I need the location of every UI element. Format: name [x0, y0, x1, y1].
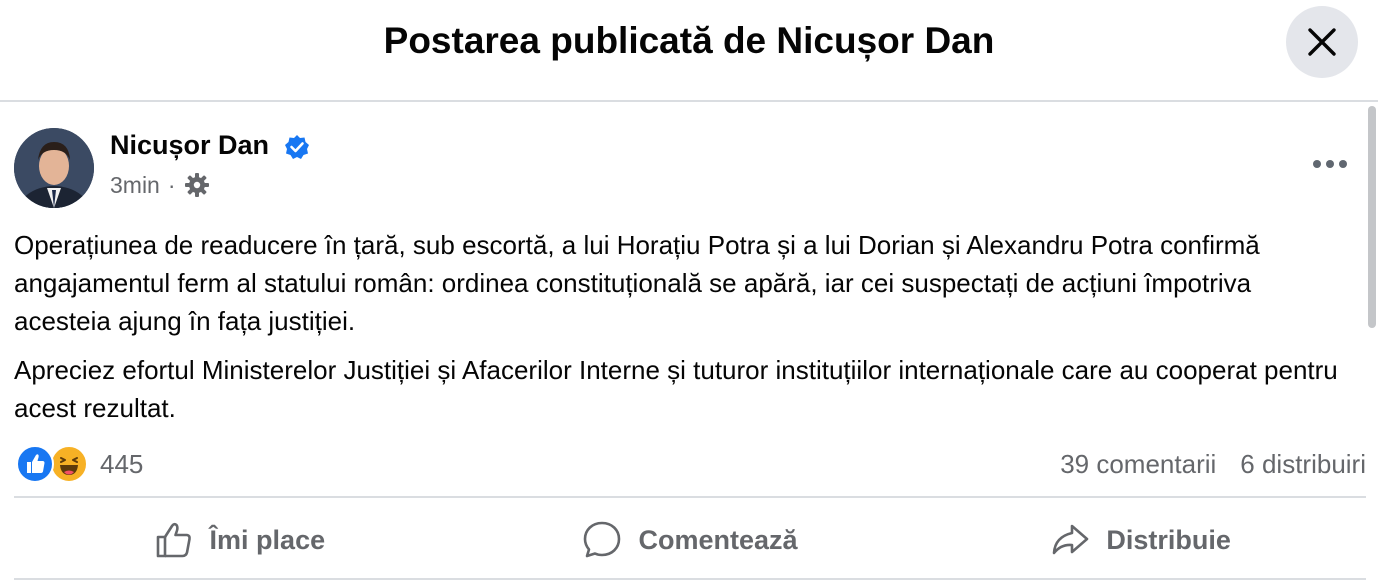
more-dot-icon — [1313, 160, 1321, 168]
scrollbar-thumb[interactable] — [1368, 106, 1376, 328]
reactions-summary[interactable]: 445 — [16, 443, 143, 485]
divider — [14, 578, 1366, 580]
avatar[interactable] — [14, 128, 94, 208]
like-button[interactable]: Îmi place — [14, 500, 465, 580]
reaction-count: 445 — [100, 448, 144, 479]
more-options-button[interactable] — [1306, 146, 1354, 182]
dialog-header: Postarea publicată de Nicușor Dan — [0, 0, 1378, 102]
engagement-counts: 39 comentarii 6 distribuiri — [1060, 446, 1366, 482]
thumbs-up-icon — [156, 522, 191, 558]
verified-badge-icon — [285, 135, 309, 159]
post-meta: 3min · — [110, 170, 210, 200]
close-button[interactable] — [1286, 6, 1358, 78]
share-button[interactable]: Distribuie — [915, 500, 1366, 580]
post-time[interactable]: 3min — [110, 172, 160, 199]
divider — [14, 496, 1366, 498]
post-dialog: Postarea publicată de Nicușor Dan Nicușo… — [0, 0, 1378, 586]
share-arrow-icon — [1053, 524, 1089, 555]
more-dot-icon — [1326, 160, 1334, 168]
post-paragraph: Operațiunea de readucere în țară, sub es… — [14, 230, 1260, 336]
post-paragraph: Apreciez efortul Ministerelor Justiției … — [14, 355, 1338, 423]
author-name[interactable]: Nicușor Dan — [110, 130, 269, 161]
comment-bubble-icon — [584, 521, 621, 558]
like-icon — [16, 445, 54, 483]
dialog-title: Postarea publicată de Nicușor Dan — [383, 20, 995, 61]
meta-separator: · — [167, 171, 176, 198]
post-body: Operațiunea de readucere în țară, sub es… — [14, 226, 1354, 438]
like-label: Îmi place — [209, 524, 326, 555]
more-dot-icon — [1339, 160, 1347, 168]
share-label: Distribuie — [1106, 524, 1231, 555]
comments-count-link[interactable]: 39 comentarii — [1060, 449, 1216, 480]
haha-icon — [50, 445, 88, 483]
shares-count-link[interactable]: 6 distribuiri — [1240, 449, 1366, 480]
close-icon — [1308, 28, 1336, 56]
scrollbar[interactable] — [1366, 104, 1378, 586]
gear-icon[interactable] — [184, 172, 210, 198]
comment-button[interactable]: Comentează — [465, 500, 916, 580]
action-bar: Îmi place Comentează Distribuie — [14, 500, 1366, 580]
comment-label: Comentează — [638, 524, 798, 555]
